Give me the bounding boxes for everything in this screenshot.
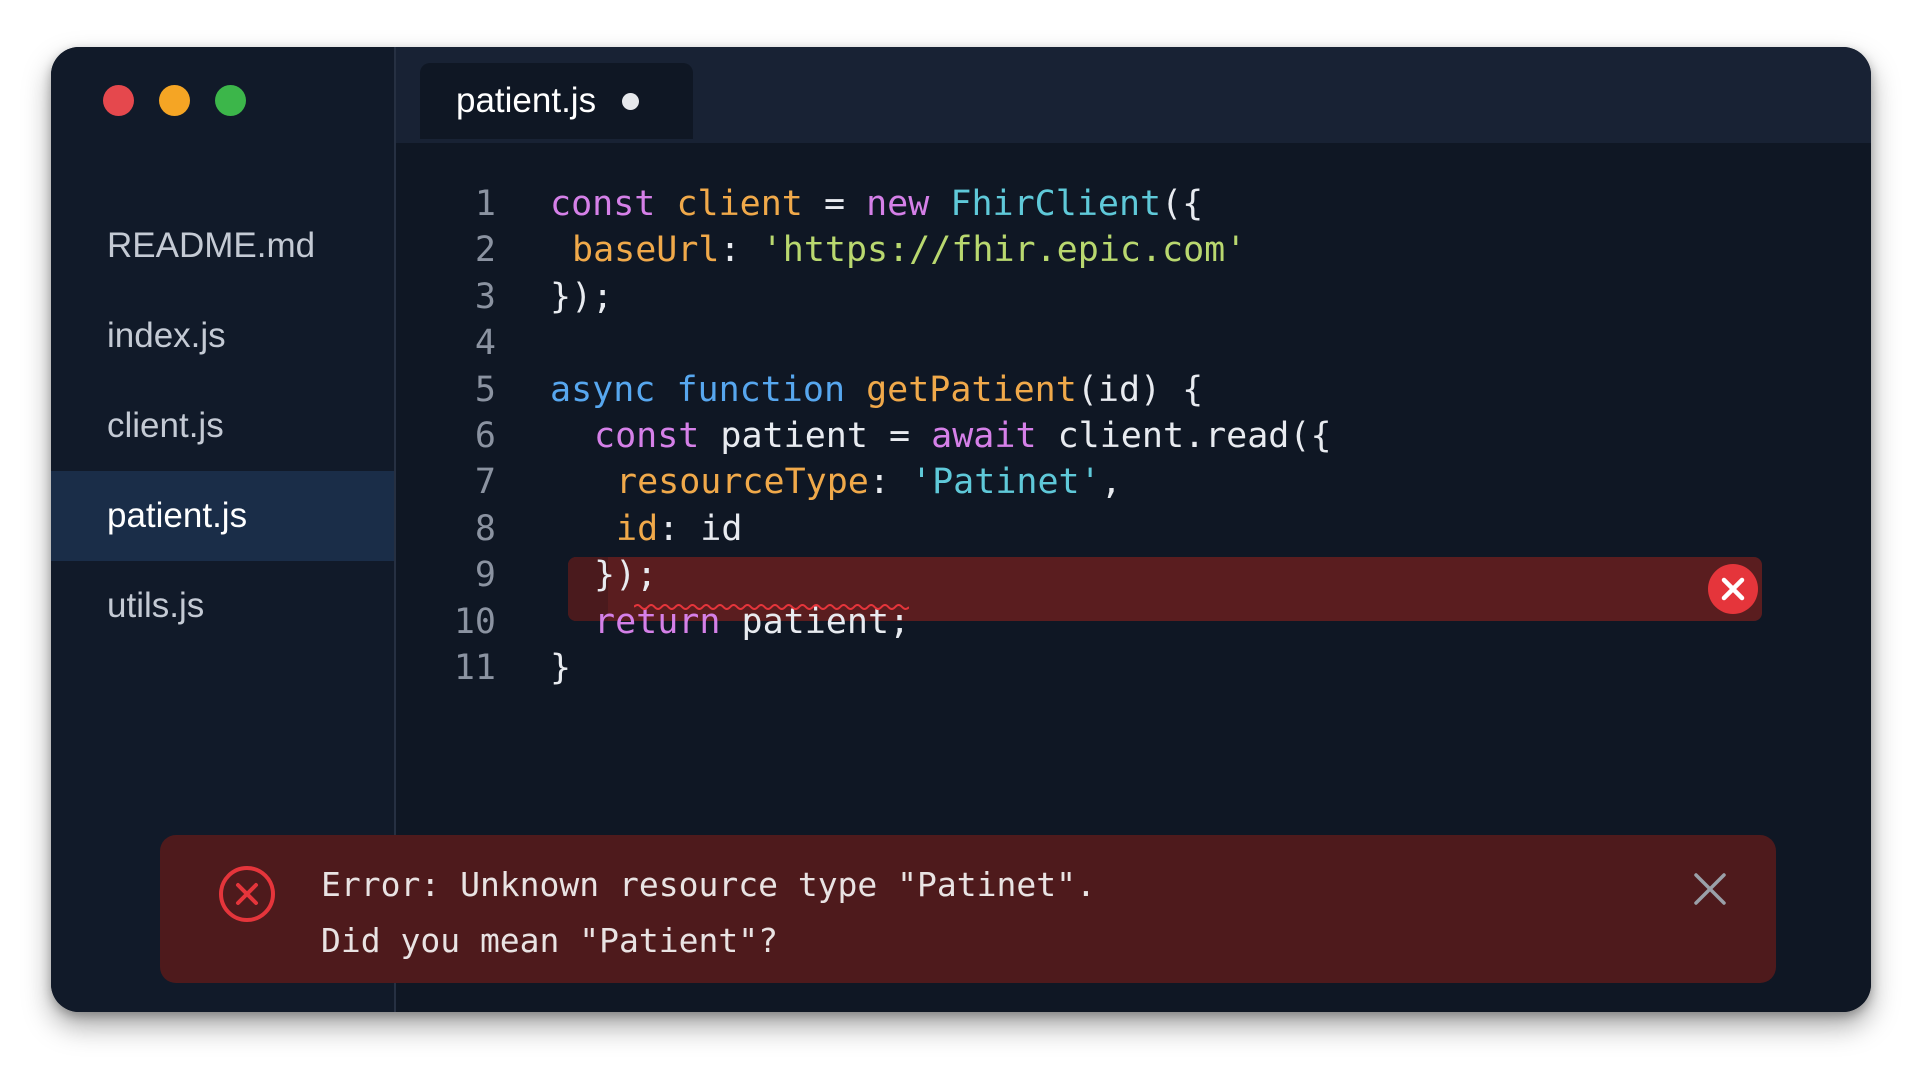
code-token: const bbox=[550, 184, 656, 224]
error-message-text: Error: Unknown resource type "Patinet". … bbox=[321, 857, 1096, 969]
line-number: 11 bbox=[453, 648, 496, 688]
code-token: FhirClient bbox=[950, 184, 1162, 224]
code-token: client.read({ bbox=[1036, 416, 1332, 456]
code-token: baseUrl bbox=[572, 230, 720, 271]
error-message-panel: Error: Unknown resource type "Patinet". … bbox=[160, 835, 1776, 983]
code-token: : id bbox=[658, 508, 743, 549]
tab-bar: patient.js bbox=[396, 47, 1871, 143]
editor-window: README.md index.js client.js patient.js … bbox=[51, 47, 1871, 1012]
window-controls bbox=[103, 85, 246, 116]
file-item-utils[interactable]: utils.js bbox=[51, 561, 394, 651]
error-squiggle-underline bbox=[634, 604, 909, 610]
code-token: resourceType bbox=[616, 462, 869, 503]
error-message-line-1: Error: Unknown resource type "Patinet". bbox=[321, 865, 1096, 904]
code-token: new bbox=[866, 184, 930, 224]
code-token: ({ bbox=[1161, 184, 1204, 224]
close-window-button[interactable] bbox=[103, 85, 134, 116]
code-token: : bbox=[868, 462, 912, 503]
code-token: (id) { bbox=[1076, 369, 1204, 410]
file-item-index[interactable]: index.js bbox=[51, 291, 394, 381]
close-x-icon[interactable] bbox=[1690, 869, 1730, 909]
code-token: async bbox=[550, 369, 656, 410]
code-token: id bbox=[616, 508, 659, 549]
code-token: }); bbox=[550, 276, 614, 317]
unsaved-dot-icon[interactable] bbox=[622, 92, 640, 110]
tab-label: patient.js bbox=[456, 81, 597, 120]
code-token: }); bbox=[594, 555, 658, 596]
code-token: getPatient bbox=[866, 369, 1077, 410]
file-item-patient[interactable]: patient.js bbox=[51, 471, 394, 561]
code-token: } bbox=[550, 648, 572, 688]
file-item-readme[interactable]: README.md bbox=[51, 201, 394, 291]
code-line[interactable]: 11} bbox=[396, 640, 1871, 697]
code-token: const bbox=[594, 416, 700, 456]
code-token: = bbox=[802, 184, 867, 224]
file-item-client[interactable]: client.js bbox=[51, 381, 394, 471]
code-token: : bbox=[719, 230, 762, 271]
error-message-line-2: Did you mean "Patient"? bbox=[321, 921, 778, 960]
file-list: README.md index.js client.js patient.js … bbox=[51, 201, 394, 651]
code-text: } bbox=[550, 640, 571, 697]
code-token: await bbox=[931, 416, 1037, 456]
code-token: patient = bbox=[699, 416, 932, 456]
tab-patient-js[interactable]: patient.js bbox=[420, 63, 693, 139]
maximize-window-button[interactable] bbox=[215, 85, 246, 116]
code-token: , bbox=[1100, 462, 1122, 503]
code-token: client bbox=[676, 184, 803, 224]
code-token: function bbox=[676, 369, 846, 410]
error-circle-icon bbox=[219, 866, 275, 922]
code-token: 'https://fhir.epic.com' bbox=[761, 230, 1247, 271]
line-error-icon[interactable] bbox=[1707, 563, 1759, 615]
code-token: 'Patinet' bbox=[911, 462, 1101, 503]
minimize-window-button[interactable] bbox=[159, 85, 190, 116]
